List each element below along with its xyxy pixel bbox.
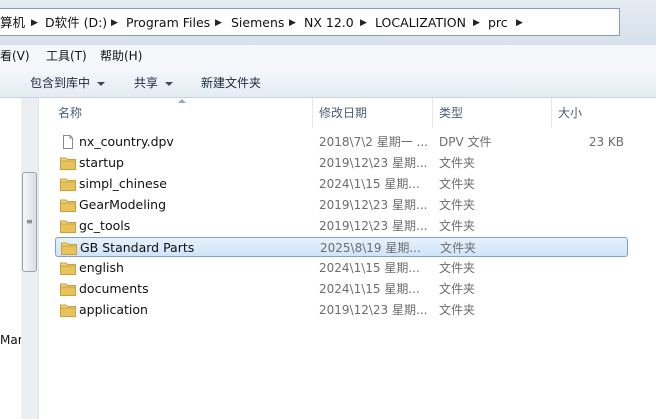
chevron-right-icon[interactable]: ▶ — [111, 15, 118, 31]
address-bar: 算机 ▶ D软件 (D:) ▶ Program Files ▶ Siemens … — [0, 0, 656, 45]
file-type: 文件夹 — [439, 261, 476, 275]
file-name: GB Standard Parts — [80, 240, 195, 255]
file-name: GearModeling — [79, 197, 167, 212]
nav-scrollbar[interactable]: ≡ — [21, 98, 38, 419]
file-name: startup — [79, 155, 124, 170]
dropdown-arrow-icon — [97, 81, 106, 86]
column-divider[interactable] — [312, 98, 313, 128]
column-header-date[interactable]: 修改日期 — [319, 105, 367, 121]
breadcrumb-program-files[interactable]: Program Files — [126, 15, 210, 31]
file-modified-date: 2025\8\19 星期... — [320, 241, 421, 255]
file-icon — [60, 135, 76, 149]
menu-view[interactable]: 看(V) — [0, 48, 30, 64]
file-modified-date: 2018\7\2 星期一 ... — [319, 135, 428, 149]
file-modified-date: 2024\1\15 星期... — [319, 282, 420, 296]
share-label: 共享 — [134, 76, 159, 90]
chevron-right-icon[interactable]: ▶ — [360, 15, 367, 31]
file-name: simpl_chinese — [79, 176, 167, 191]
scrollbar-thumb[interactable]: ≡ — [22, 172, 37, 272]
file-row[interactable]: english 2024\1\15 星期... 文件夹 — [55, 258, 628, 278]
file-modified-date: 2019\12\23 星期... — [319, 156, 428, 170]
file-name: documents — [79, 281, 149, 296]
folder-icon — [61, 241, 77, 255]
breadcrumb-computer[interactable]: 算机 — [0, 15, 25, 31]
share-button[interactable]: 共享 — [134, 75, 174, 91]
column-header-type[interactable]: 类型 — [439, 105, 463, 121]
column-divider[interactable] — [432, 98, 433, 128]
file-name: english — [79, 260, 124, 275]
file-modified-date: 2024\1\15 星期... — [319, 261, 420, 275]
breadcrumb-localization[interactable]: LOCALIZATION — [375, 15, 466, 31]
sort-ascending-icon — [178, 99, 186, 103]
file-modified-date: 2024\1\15 星期... — [319, 177, 420, 191]
chevron-right-icon[interactable]: ▶ — [289, 15, 296, 31]
breadcrumb-prc[interactable]: prc — [488, 15, 508, 31]
file-modified-date: 2019\12\23 星期... — [319, 303, 428, 317]
folder-icon — [60, 219, 76, 233]
breadcrumb[interactable]: 算机 ▶ D软件 (D:) ▶ Program Files ▶ Siemens … — [0, 8, 620, 36]
menu-tools[interactable]: 工具(T) — [46, 48, 87, 64]
file-type: 文件夹 — [439, 156, 476, 170]
include-in-library-button[interactable]: 包含到库中 — [30, 75, 106, 91]
folder-icon — [60, 177, 76, 191]
file-modified-date: 2019\12\23 星期... — [319, 198, 428, 212]
file-row[interactable]: nx_country.dpv 2018\7\2 星期一 ... DPV 文件 23 K… — [55, 132, 628, 152]
menu-bar: 看(V) 工具(T) 帮助(H) — [0, 45, 656, 67]
file-row[interactable]: gc_tools 2019\12\23 星期... 文件夹 — [55, 216, 628, 236]
file-type: 文件夹 — [439, 177, 476, 191]
nav-item-partial[interactable]: Mar — [0, 333, 23, 347]
chevron-right-icon[interactable]: ▶ — [473, 15, 480, 31]
folder-icon — [60, 303, 76, 317]
file-row[interactable]: GearModeling 2019\12\23 星期... 文件夹 — [55, 195, 628, 215]
file-type: 文件夹 — [439, 219, 476, 233]
column-divider[interactable] — [551, 98, 552, 128]
file-type: 文件夹 — [439, 282, 476, 296]
grip-icon: ≡ — [26, 217, 33, 226]
folder-icon — [60, 198, 76, 212]
menu-help[interactable]: 帮助(H) — [100, 48, 142, 64]
folder-icon — [60, 261, 76, 275]
file-name: nx_country.dpv — [79, 134, 174, 149]
file-row[interactable]: startup 2019\12\23 星期... 文件夹 — [55, 153, 628, 173]
dropdown-arrow-icon — [165, 81, 174, 86]
file-modified-date: 2019\12\23 星期... — [319, 219, 428, 233]
file-row[interactable]: documents 2024\1\15 星期... 文件夹 — [55, 279, 628, 299]
file-list: 名称 修改日期 类型 大小 nx_country.dpv 2018\7\2 星期一… — [40, 98, 656, 419]
breadcrumb-siemens[interactable]: Siemens — [231, 15, 284, 31]
include-in-library-label: 包含到库中 — [30, 76, 91, 90]
folder-icon — [60, 156, 76, 170]
breadcrumb-nx12[interactable]: NX 12.0 — [304, 15, 354, 31]
file-row[interactable]: application 2019\12\23 星期... 文件夹 — [55, 300, 628, 320]
navigation-pane: Mar ≡ — [0, 98, 39, 419]
chevron-right-icon[interactable]: ▶ — [215, 15, 222, 31]
file-type: 文件夹 — [439, 303, 476, 317]
file-type: DPV 文件 — [439, 135, 492, 149]
file-type: 文件夹 — [440, 241, 477, 255]
chevron-right-icon[interactable]: ▶ — [31, 15, 38, 31]
folder-icon — [60, 282, 76, 296]
column-header-name[interactable]: 名称 — [58, 105, 82, 121]
breadcrumb-drive[interactable]: D软件 (D:) — [45, 15, 107, 31]
file-type: 文件夹 — [439, 198, 476, 212]
file-row[interactable]: GB Standard Parts 2025\8\19 星期... 文件夹 — [55, 237, 628, 257]
file-name: application — [79, 302, 148, 317]
new-folder-button[interactable]: 新建文件夹 — [201, 75, 261, 91]
column-header-size[interactable]: 大小 — [558, 105, 582, 121]
command-bar: 包含到库中 共享 新建文件夹 — [0, 67, 656, 98]
file-size: 23 KB — [588, 135, 624, 149]
chevron-right-icon[interactable]: ▶ — [516, 15, 523, 31]
file-name: gc_tools — [79, 218, 131, 233]
file-row[interactable]: simpl_chinese 2024\1\15 星期... 文件夹 — [55, 174, 628, 194]
